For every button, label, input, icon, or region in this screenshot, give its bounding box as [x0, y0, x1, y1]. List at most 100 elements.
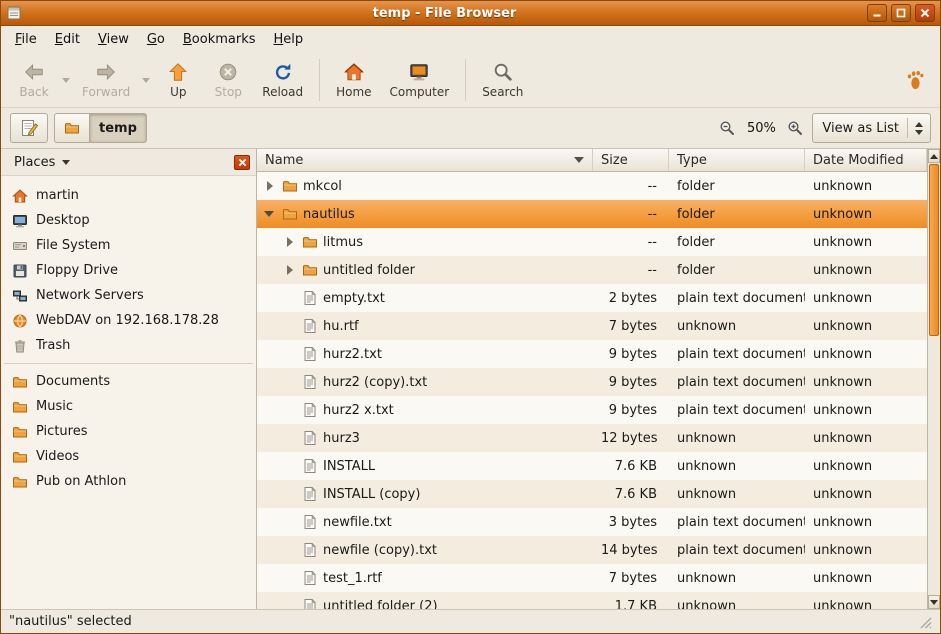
- close-button[interactable]: [915, 4, 935, 22]
- file-name: test_1.rtf: [323, 571, 382, 586]
- column-header-name[interactable]: Name: [257, 149, 593, 171]
- toolbar-forward-dropdown[interactable]: [139, 59, 153, 101]
- expander-collapsed-icon[interactable]: [263, 179, 277, 193]
- sidebar-item-pub-on-athlon[interactable]: Pub on Athlon: [1, 469, 256, 494]
- zoom-in-button[interactable]: [784, 116, 806, 140]
- file-size: 7 bytes: [593, 571, 669, 586]
- menu-bookmarks[interactable]: Bookmarks: [174, 28, 265, 51]
- file-row-empty-txt[interactable]: empty.txt2 bytesplain text documentunkno…: [257, 284, 927, 312]
- sidebar-item-desktop[interactable]: Desktop: [1, 208, 256, 233]
- file-row-hurz2-copy-txt[interactable]: hurz2 (copy).txt9 bytesplain text docume…: [257, 368, 927, 396]
- file-name: INSTALL (copy): [323, 487, 420, 502]
- file-type: folder: [669, 179, 805, 194]
- text-file-icon: [302, 570, 318, 586]
- file-name-cell: untitled folder: [257, 262, 593, 278]
- sidebar-item-floppy-drive[interactable]: Floppy Drive: [1, 258, 256, 283]
- file-date-modified: unknown: [805, 459, 927, 474]
- sidebar-item-videos[interactable]: Videos: [1, 444, 256, 469]
- file-row-mkcol[interactable]: mkcol--folderunknown: [257, 172, 927, 200]
- file-row-newfile-copy-txt[interactable]: newfile (copy).txt14 bytesplain text doc…: [257, 536, 927, 564]
- file-name: untitled folder: [323, 263, 415, 278]
- scrollbar-thumb[interactable]: [929, 164, 939, 336]
- column-header-size[interactable]: Size: [593, 149, 669, 171]
- zoom-out-button[interactable]: [716, 116, 738, 140]
- toolbar-search-button[interactable]: Search: [473, 58, 532, 102]
- file-name-cell: hurz2.txt: [257, 346, 593, 362]
- sidebar-item-martin[interactable]: martin: [1, 183, 256, 208]
- resize-grip[interactable]: [917, 614, 932, 629]
- maximize-button[interactable]: [891, 4, 911, 22]
- places-selector[interactable]: Places: [7, 152, 77, 173]
- toolbar-home-button[interactable]: Home: [327, 58, 380, 102]
- text-file-icon: [302, 374, 318, 390]
- minimize-button[interactable]: [867, 4, 887, 22]
- sidebar-item-webdav-on-192-168-178-28[interactable]: WebDAV on 192.168.178.28: [1, 308, 256, 333]
- file-date-modified: unknown: [805, 571, 927, 586]
- file-type: plain text document: [669, 515, 805, 530]
- toolbar-stop-button[interactable]: Stop: [203, 58, 253, 102]
- edit-location-button[interactable]: [10, 113, 48, 143]
- sidebar-item-trash[interactable]: Trash: [1, 333, 256, 358]
- menu-view[interactable]: View: [89, 28, 138, 51]
- path-button-temp[interactable]: temp: [89, 113, 147, 143]
- file-name-cell: nautilus: [257, 206, 593, 222]
- expander-spacer: [283, 375, 297, 389]
- file-name: hurz3: [323, 431, 360, 446]
- sidebar-header: Places: [1, 149, 256, 176]
- column-header-label: Date Modified: [813, 153, 904, 168]
- file-row-install[interactable]: INSTALL7.6 KBunknownunknown: [257, 452, 927, 480]
- column-header-type[interactable]: Type: [669, 149, 805, 171]
- file-row-test-1-rtf[interactable]: test_1.rtf7 bytesunknownunknown: [257, 564, 927, 592]
- file-row-newfile-txt[interactable]: newfile.txt3 bytesplain text documentunk…: [257, 508, 927, 536]
- places-label: Places: [14, 155, 55, 170]
- list-header: Name Size Type Date Modified: [257, 149, 927, 172]
- menu-edit[interactable]: Edit: [46, 28, 89, 51]
- chevron-down-icon: [142, 78, 150, 83]
- file-row-hu-rtf[interactable]: hu.rtf7 bytesunknownunknown: [257, 312, 927, 340]
- file-row-untitled-folder-2[interactable]: untitled folder (2)1.7 KBunknownunknown: [257, 592, 927, 609]
- zoom-level: 50%: [744, 121, 778, 136]
- menu-help[interactable]: Help: [265, 28, 313, 51]
- sidebar-close-button[interactable]: [234, 155, 250, 170]
- sidebar-item-file-system[interactable]: File System: [1, 233, 256, 258]
- file-row-install-copy[interactable]: INSTALL (copy)7.6 KBunknownunknown: [257, 480, 927, 508]
- view-mode-combo[interactable]: View as List: [812, 113, 931, 143]
- expander-expanded-icon[interactable]: [263, 207, 277, 221]
- file-row-untitled-folder[interactable]: untitled folder--folderunknown: [257, 256, 927, 284]
- expander-collapsed-icon[interactable]: [283, 263, 297, 277]
- sidebar-item-pictures[interactable]: Pictures: [1, 419, 256, 444]
- file-row-hurz2-x-txt[interactable]: hurz2 x.txt9 bytesplain text documentunk…: [257, 396, 927, 424]
- menu-file[interactable]: File: [6, 28, 46, 51]
- sidebar-item-network-servers[interactable]: Network Servers: [1, 283, 256, 308]
- file-size: --: [593, 263, 669, 278]
- title-bar[interactable]: temp - File Browser: [1, 1, 940, 26]
- scroll-down-button[interactable]: [928, 595, 940, 609]
- toolbar-back-button[interactable]: Back: [9, 58, 59, 102]
- sidebar-item-music[interactable]: Music: [1, 394, 256, 419]
- expander-collapsed-icon[interactable]: [283, 235, 297, 249]
- status-text: "nautilus" selected: [9, 614, 132, 629]
- toolbar-computer-button[interactable]: Computer: [381, 58, 459, 102]
- toolbar-forward-button[interactable]: Forward: [73, 58, 139, 102]
- path-button-root[interactable]: [54, 113, 90, 143]
- file-size: 9 bytes: [593, 375, 669, 390]
- sidebar-item-documents[interactable]: Documents: [1, 369, 256, 394]
- column-header-date-modified[interactable]: Date Modified: [805, 149, 927, 171]
- menu-go[interactable]: Go: [138, 28, 174, 51]
- zoom-in-icon: [787, 120, 803, 136]
- column-header-label: Size: [601, 153, 628, 168]
- file-type: unknown: [669, 431, 805, 446]
- scrollbar-track[interactable]: [928, 163, 940, 595]
- toolbar-up-button[interactable]: Up: [153, 58, 203, 102]
- file-row-nautilus[interactable]: nautilus--folderunknown: [257, 200, 927, 228]
- file-row-hurz2-txt[interactable]: hurz2.txt9 bytesplain text documentunkno…: [257, 340, 927, 368]
- file-size: 7 bytes: [593, 319, 669, 334]
- file-size: 1.7 KB: [593, 599, 669, 610]
- toolbar-reload-button[interactable]: Reload: [253, 58, 312, 102]
- expander-spacer: [283, 599, 297, 609]
- vertical-scrollbar[interactable]: [927, 149, 940, 609]
- toolbar-back-dropdown[interactable]: [59, 59, 73, 101]
- file-row-hurz3[interactable]: hurz312 bytesunknownunknown: [257, 424, 927, 452]
- file-row-litmus[interactable]: litmus--folderunknown: [257, 228, 927, 256]
- scroll-up-button[interactable]: [928, 149, 940, 163]
